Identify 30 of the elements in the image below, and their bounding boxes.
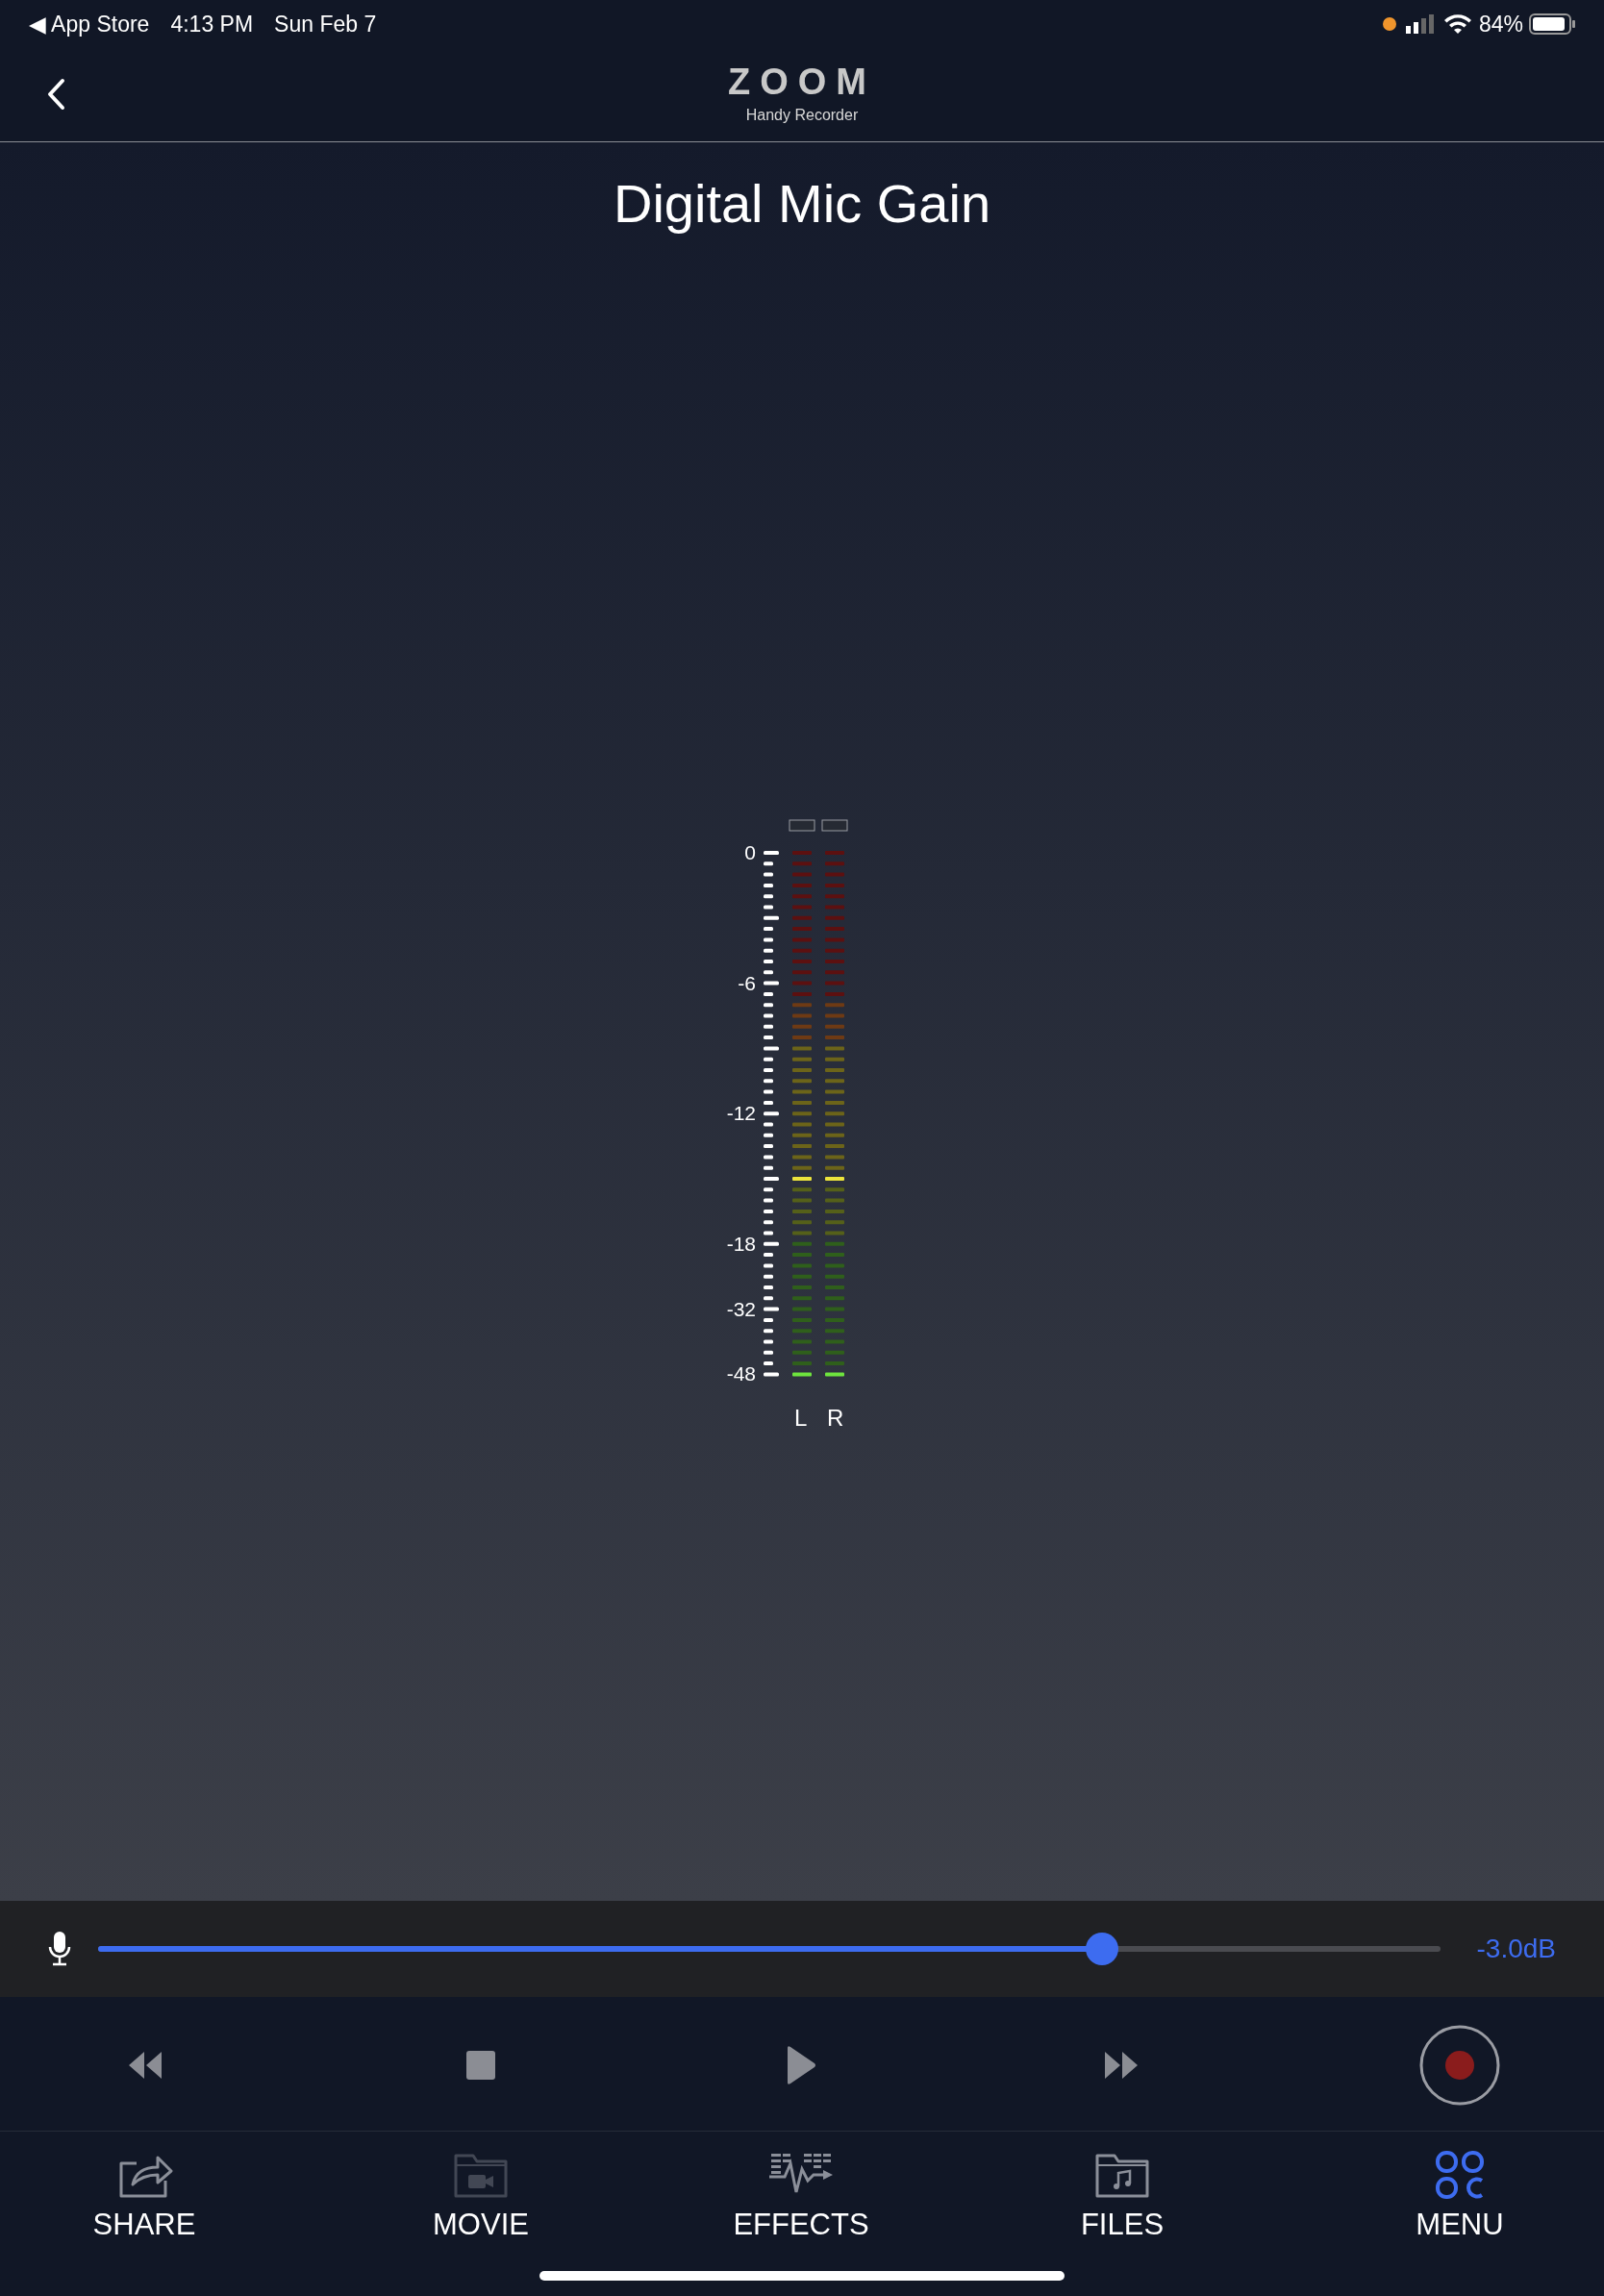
scale-label: 0 <box>744 842 756 862</box>
scale-label: -32 <box>726 1298 756 1319</box>
record-icon <box>1418 2024 1501 2107</box>
tab[interactable]: MENU <box>1364 2150 1556 2239</box>
logo-subtitle: Handy Recorder <box>745 105 859 125</box>
stop-icon <box>466 2051 495 2080</box>
tab[interactable]: EFFECTS <box>705 2150 897 2239</box>
status-date: Sun Feb 7 <box>274 10 377 38</box>
signal-icon <box>1405 14 1435 34</box>
status-time: 4:13 PM <box>170 10 254 38</box>
battery-icon <box>1529 13 1575 35</box>
logo: ZOOM <box>728 62 876 100</box>
scale-label: -48 <box>726 1363 756 1385</box>
scale-label: -18 <box>726 1233 756 1254</box>
wifi-icon <box>1443 13 1471 35</box>
channel-label: L <box>794 1407 808 1430</box>
gain-slider[interactable] <box>98 1933 1441 1965</box>
play-icon <box>785 2045 817 2085</box>
battery-percent: 84% <box>1478 10 1523 38</box>
grid-icon <box>1435 2150 1485 2200</box>
tab[interactable]: FILES <box>1026 2150 1218 2239</box>
tab[interactable]: SHARE <box>48 2150 240 2239</box>
scale-label: -6 <box>738 972 756 993</box>
back-to-app-link[interactable]: ◀ App Store <box>29 7 150 41</box>
microphone-icon <box>48 1932 71 1966</box>
channel-label: R <box>827 1407 844 1430</box>
gain-reading: -3.0dB <box>1476 1933 1556 1965</box>
chevron-left-icon <box>46 78 65 111</box>
scale-label: -12 <box>726 1103 756 1124</box>
slider-thumb[interactable] <box>1086 1933 1119 1965</box>
